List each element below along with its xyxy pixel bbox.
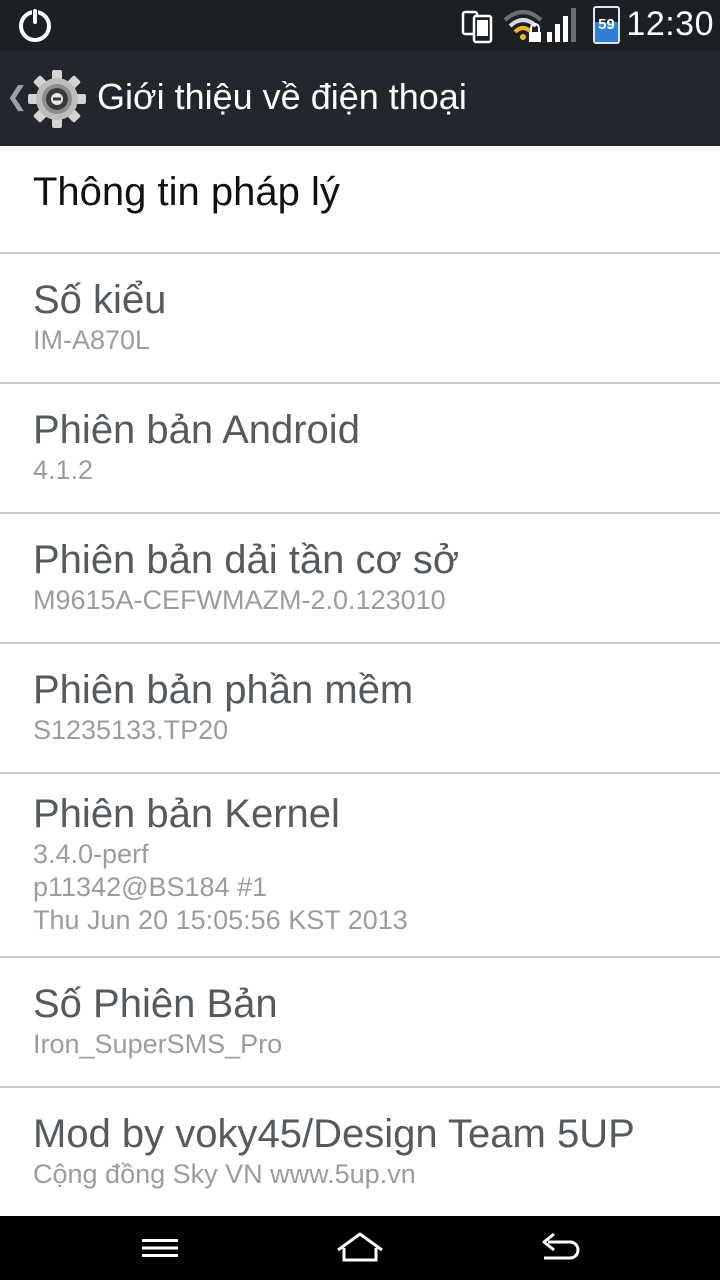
- navigation-bar: [0, 1216, 720, 1280]
- item-value-line: Thu Jun 20 15:05:56 KST 2013: [33, 905, 408, 935]
- item-label: Phiên bản phần mềm: [33, 668, 414, 712]
- clock: 12:30: [626, 5, 714, 43]
- list-item-baseband-version: Phiên bản dải tần cơ sở M9615A-CEFWMAZM-…: [0, 514, 720, 644]
- back-icon[interactable]: [530, 1228, 590, 1268]
- item-value: M9615A-CEFWMAZM-2.0.123010: [33, 585, 446, 615]
- battery-icon: 59: [593, 6, 620, 44]
- list-item-build-number[interactable]: Số Phiên Bản Iron_SuperSMS_Pro: [0, 958, 720, 1088]
- action-bar[interactable]: ❮ Giới thiệu về điện thoại: [0, 50, 720, 146]
- item-value: Iron_SuperSMS_Pro: [33, 1029, 283, 1059]
- list-item-model-number: Số kiểu IM-A870L: [0, 254, 720, 384]
- menu-icon[interactable]: [130, 1228, 190, 1268]
- up-caret-icon[interactable]: ❮: [6, 82, 28, 112]
- item-label: Phiên bản Android: [33, 408, 360, 452]
- power-icon: [19, 8, 51, 42]
- item-value-line: 3.4.0-perf: [33, 839, 149, 869]
- about-phone-list: Thông tin pháp lý Số kiểu IM-A870L Phiên…: [0, 146, 720, 1216]
- phone-sync-icon: [461, 10, 493, 44]
- list-item-legal-info[interactable]: Thông tin pháp lý: [0, 146, 720, 254]
- list-item-mod-credit: Mod by voky45/Design Team 5UP Cộng đồng …: [0, 1088, 720, 1216]
- item-label: Phiên bản dải tần cơ sở: [33, 538, 460, 582]
- home-icon[interactable]: [330, 1228, 390, 1268]
- list-item-android-version[interactable]: Phiên bản Android 4.1.2: [0, 384, 720, 514]
- item-value-line: p11342@BS184 #1: [33, 872, 268, 902]
- list-item-kernel-version: Phiên bản Kernel 3.4.0-perf p11342@BS184…: [0, 774, 720, 958]
- item-label: Phiên bản Kernel: [33, 792, 340, 836]
- list-item-software-version: Phiên bản phần mềm S1235133.TP20: [0, 644, 720, 774]
- page-title: Giới thiệu về điện thoại: [97, 76, 467, 117]
- item-label: Mod by voky45/Design Team 5UP: [33, 1112, 635, 1156]
- item-value: S1235133.TP20: [33, 715, 229, 745]
- signal-icon: [547, 8, 576, 42]
- item-label: Số kiểu: [33, 278, 167, 322]
- gear-icon[interactable]: [26, 68, 88, 130]
- status-bar: 59 12:30: [0, 0, 720, 50]
- item-value: Cộng đồng Sky VN www.5up.vn: [33, 1159, 416, 1189]
- item-value: 4.1.2: [33, 455, 94, 485]
- item-label: Số Phiên Bản: [33, 982, 278, 1026]
- wifi-lock-icon: [503, 10, 543, 42]
- battery-level: 59: [598, 16, 615, 33]
- item-value: IM-A870L: [33, 325, 151, 355]
- item-label: Thông tin pháp lý: [33, 170, 340, 214]
